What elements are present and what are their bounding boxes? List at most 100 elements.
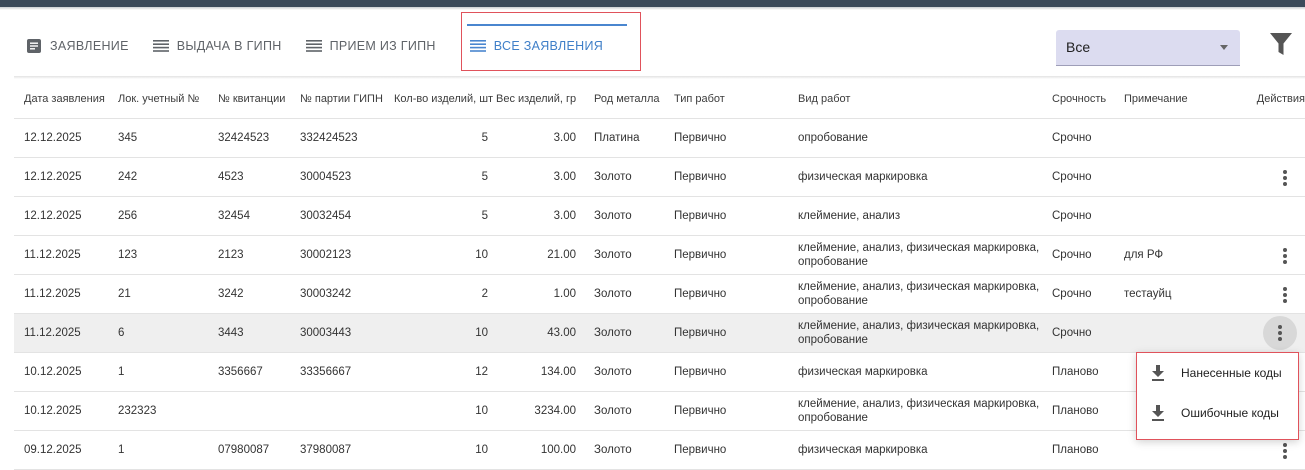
menu-item-applied-codes[interactable]: Нанесенные коды bbox=[1137, 353, 1298, 393]
table-cell: 100.00 bbox=[496, 430, 584, 470]
table-cell: Первично bbox=[664, 391, 788, 431]
menu-item-error-codes[interactable]: Ошибочные коды bbox=[1137, 393, 1298, 433]
active-tab-indicator bbox=[467, 24, 627, 26]
table-row[interactable]: 09.12.2025 1 07980087 37980087 10 100.00 Золот… bbox=[14, 430, 1305, 470]
document-icon bbox=[26, 38, 42, 54]
select-value: Все bbox=[1066, 39, 1091, 55]
table-cell bbox=[1118, 196, 1214, 236]
table-shadow bbox=[14, 76, 1305, 79]
table-cell: Срочно bbox=[1052, 274, 1118, 314]
more-vert-icon[interactable] bbox=[1273, 439, 1297, 463]
chevron-down-icon bbox=[1220, 45, 1228, 50]
table-cell: 21.00 bbox=[496, 235, 584, 275]
tab-label: ВЫДАЧА В ГИПН bbox=[176, 39, 282, 53]
column-header[interactable]: Вид работ bbox=[788, 80, 1052, 119]
table-cell bbox=[208, 391, 290, 431]
status-filter-select[interactable]: Все bbox=[1056, 30, 1240, 66]
tab-application[interactable]: ЗАЯВЛЕНИЕ bbox=[14, 24, 141, 68]
table-cell: 332424523 bbox=[290, 118, 390, 158]
column-header[interactable]: Срочность bbox=[1052, 80, 1118, 119]
tab-label: ПРИЕМ ИЗ ГИПН bbox=[329, 39, 436, 53]
table-cell: клеймение, анализ, физическая маркировка… bbox=[788, 235, 1052, 275]
filter-icon[interactable] bbox=[1270, 33, 1292, 57]
table-cell: Срочно bbox=[1052, 118, 1118, 158]
list-icon bbox=[469, 38, 486, 54]
table-row[interactable]: 10.12.2025 232323 10 3234.00 Золото Первично к… bbox=[14, 391, 1305, 431]
table-cell: Срочно bbox=[1052, 313, 1118, 353]
table-cell: Первично bbox=[664, 157, 788, 197]
table-cell: физическая маркировка bbox=[788, 430, 1052, 470]
table-cell: Золото bbox=[584, 352, 664, 392]
table-cell: опробование bbox=[788, 118, 1052, 158]
table-cell: 1.00 bbox=[496, 274, 584, 314]
table-row[interactable]: 12.12.2025 345 32424523 332424523 5 3.00 Плати… bbox=[14, 118, 1305, 158]
column-header[interactable]: Тип работ bbox=[664, 80, 788, 119]
table-cell: 11.12.2025 bbox=[14, 235, 108, 275]
list-icon bbox=[305, 38, 322, 54]
tab-all-applications[interactable]: ВСЕ ЗАЯВЛЕНИЯ bbox=[448, 24, 615, 68]
table-cell: Платина bbox=[584, 118, 664, 158]
table-cell: клеймение, анализ, физическая маркировка… bbox=[788, 391, 1052, 431]
table-cell: 30003443 bbox=[290, 313, 390, 353]
column-header[interactable]: Примечание bbox=[1118, 80, 1214, 119]
top-bar-shadow bbox=[0, 7, 1305, 10]
table-cell: 30002123 bbox=[290, 235, 390, 275]
table-cell: 1 bbox=[108, 430, 208, 470]
column-header[interactable]: Дата заявления bbox=[14, 80, 108, 119]
actions-cell bbox=[1214, 118, 1305, 158]
applications-table: Дата заявления Лок. учетный № № квитанци… bbox=[14, 80, 1305, 470]
table-cell: Первично bbox=[664, 196, 788, 236]
table-cell: 3234.00 bbox=[496, 391, 584, 431]
table-cell: 5 bbox=[390, 196, 496, 236]
table-cell bbox=[290, 391, 390, 431]
table-cell: 30032454 bbox=[290, 196, 390, 236]
tab-label: ЗАЯВЛЕНИЕ bbox=[50, 39, 129, 53]
actions-cell bbox=[1214, 274, 1305, 314]
table-cell: 10.12.2025 bbox=[14, 391, 108, 431]
table-cell: Первично bbox=[664, 313, 788, 353]
more-vert-icon[interactable] bbox=[1273, 166, 1297, 190]
more-vert-icon[interactable] bbox=[1273, 283, 1297, 307]
table-row[interactable]: 10.12.2025 1 3356667 33356667 12 134.00 Золото… bbox=[14, 352, 1305, 392]
table-cell: 2123 bbox=[208, 235, 290, 275]
list-icon bbox=[152, 38, 169, 54]
table-cell: 12 bbox=[390, 352, 496, 392]
column-header[interactable]: № квитанции bbox=[208, 80, 290, 119]
tab-issue-to-gipn[interactable]: ВЫДАЧА В ГИПН bbox=[141, 24, 294, 68]
table-cell: Первично bbox=[664, 352, 788, 392]
table-cell: клеймение, анализ, физическая маркировка… bbox=[788, 313, 1052, 353]
table-cell: физическая маркировка bbox=[788, 157, 1052, 197]
column-header[interactable]: № партии ГИПН bbox=[290, 80, 390, 119]
column-header[interactable]: Вес изделий, гр bbox=[496, 80, 584, 119]
table-cell: 4523 bbox=[208, 157, 290, 197]
table-cell: 123 bbox=[108, 235, 208, 275]
table-cell: Золото bbox=[584, 157, 664, 197]
table-row[interactable]: 11.12.2025 6 3443 30003443 10 43.00 Золото Перв… bbox=[14, 313, 1305, 353]
more-vert-icon[interactable] bbox=[1263, 316, 1297, 350]
column-header[interactable]: Кол-во изделий, шт bbox=[390, 80, 496, 119]
table-cell: Срочно bbox=[1052, 157, 1118, 197]
row-actions-menu: Нанесенные коды Ошибочные коды bbox=[1136, 352, 1299, 440]
table-cell: 3.00 bbox=[496, 157, 584, 197]
table-cell: Золото bbox=[584, 313, 664, 353]
table-cell: 12.12.2025 bbox=[14, 196, 108, 236]
table-cell: 6 bbox=[108, 313, 208, 353]
table-cell: 3356667 bbox=[208, 352, 290, 392]
table-cell: 11.12.2025 bbox=[14, 313, 108, 353]
table-row[interactable]: 11.12.2025 21 3242 30003242 2 1.00 Золото Перви… bbox=[14, 274, 1305, 314]
table-row[interactable]: 12.12.2025 256 32454 30032454 5 3.00 Золото Пер… bbox=[14, 196, 1305, 236]
tab-label: ВСЕ ЗАЯВЛЕНИЯ bbox=[493, 39, 604, 53]
table-cell: 32424523 bbox=[208, 118, 290, 158]
column-header[interactable]: Действия bbox=[1214, 80, 1305, 119]
column-header[interactable]: Лок. учетный № bbox=[108, 80, 208, 119]
table-cell: 12.12.2025 bbox=[14, 157, 108, 197]
table-row[interactable]: 12.12.2025 242 4523 30004523 5 3.00 Золото Перв… bbox=[14, 157, 1305, 197]
table-cell: 12.12.2025 bbox=[14, 118, 108, 158]
tab-receive-from-gipn[interactable]: ПРИЕМ ИЗ ГИПН bbox=[294, 24, 448, 68]
table-row[interactable]: 11.12.2025 123 2123 30002123 10 21.00 Золото Пе… bbox=[14, 235, 1305, 275]
table-cell bbox=[1118, 157, 1214, 197]
column-header[interactable]: Род металла bbox=[584, 80, 664, 119]
more-vert-icon[interactable] bbox=[1273, 244, 1297, 268]
table-cell: Планово bbox=[1052, 430, 1118, 470]
table-cell: 1 bbox=[108, 352, 208, 392]
